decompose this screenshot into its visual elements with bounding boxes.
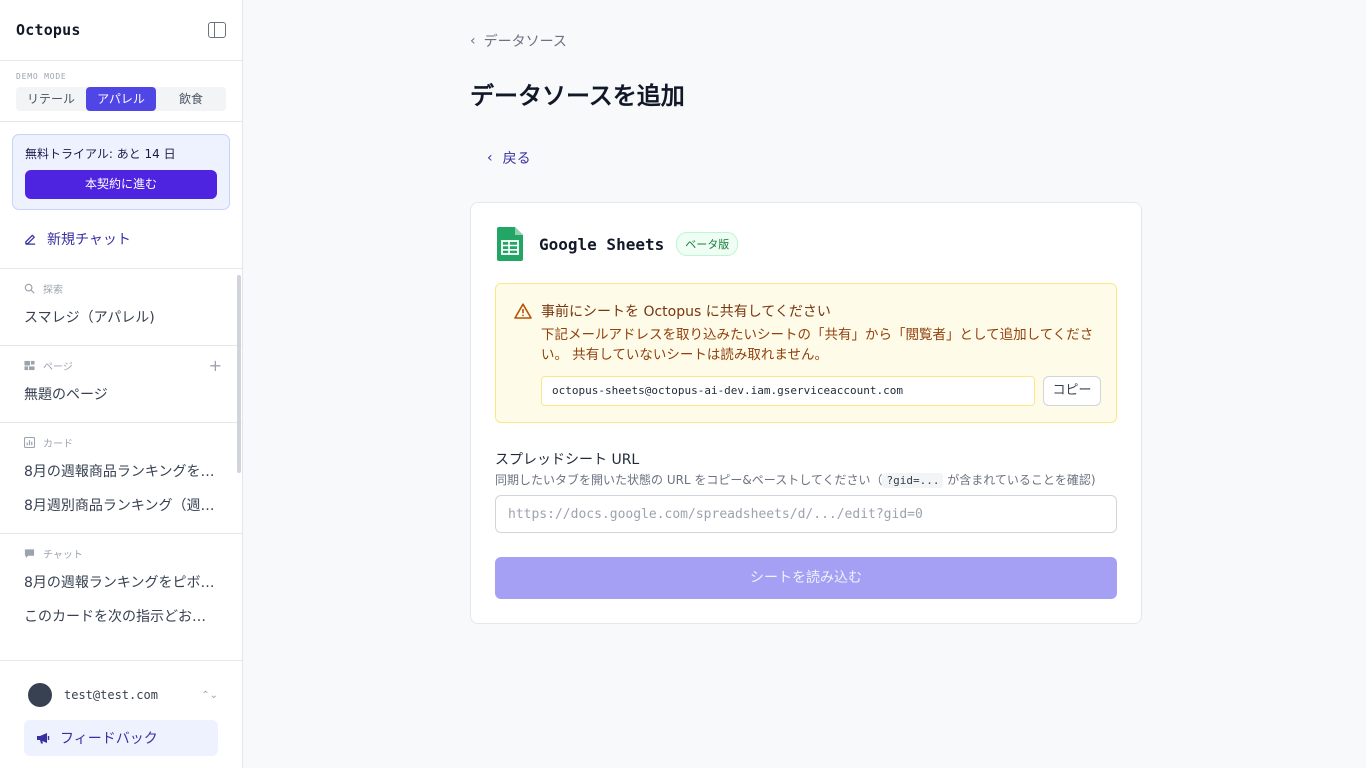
feedback-button[interactable]: フィードバック (24, 720, 218, 756)
chevron-left-icon: ‹ (487, 150, 493, 166)
chevron-left-icon: ‹ (470, 33, 476, 49)
load-sheet-button[interactable]: シートを読み込む (495, 557, 1117, 599)
card-title: Google Sheets (539, 234, 665, 254)
sidebar-footer: test@test.com ⌃⌄ フィードバック (0, 660, 242, 768)
back-label: 戻る (502, 151, 531, 167)
explore-item[interactable]: スマレジ（アパレル) (0, 301, 242, 335)
upgrade-button[interactable]: 本契約に進む (25, 170, 217, 199)
sidebar-header: Octopus (0, 0, 242, 61)
page-title: データソースを追加 (470, 82, 685, 110)
cards-section: カード 8月の週報商品ランキングを… 8月週別商品ランキング（週x… (0, 422, 242, 533)
edit-icon (25, 234, 36, 245)
chart-icon (24, 436, 35, 448)
url-help: 同期したいタブを開いた状態の URL をコピー&ペーストしてください（ ?gid=… (495, 471, 1096, 488)
beta-badge: ベータ版 (676, 232, 739, 256)
google-sheets-card: Google Sheets ベータ版 事前にシートを Octopus に共有して… (470, 202, 1142, 624)
demo-mode-section: DEMO MODE リテール アパレル 飲食 (0, 61, 242, 122)
card-item[interactable]: 8月の週報商品ランキングを… (0, 455, 242, 489)
trial-banner: 無料トライアル: あと 14 日 本契約に進む (12, 134, 230, 210)
pages-title: ページ (43, 361, 73, 373)
sidebar-toggle-icon[interactable] (208, 22, 226, 38)
chevron-updown-icon: ⌃⌄ (201, 689, 218, 701)
breadcrumb-label: データソース (483, 34, 567, 50)
demo-mode-apparel[interactable]: アパレル (86, 87, 156, 111)
explore-title: 探索 (43, 284, 63, 296)
url-help-text: 同期したいタブを開いた状態の URL をコピー&ペーストしてください（ (495, 473, 883, 487)
chats-title: チャット (43, 549, 83, 561)
cards-title: カード (43, 438, 73, 450)
url-label: スプレッドシート URL (495, 452, 640, 468)
google-sheets-icon (497, 227, 523, 261)
pages-section: ページ + 無題のページ (0, 345, 242, 422)
demo-mode-switcher: リテール アパレル 飲食 (16, 87, 226, 111)
search-icon (24, 283, 35, 294)
warning-icon (514, 303, 532, 319)
page-item[interactable]: 無題のページ (0, 378, 242, 412)
megaphone-icon (37, 733, 50, 744)
new-chat-label: 新規チャット (47, 232, 131, 248)
warning-title: 事前にシートを Octopus に共有してください (541, 304, 831, 320)
avatar (28, 683, 52, 707)
demo-mode-retail[interactable]: リテール (16, 87, 86, 111)
user-email: test@test.com (64, 688, 158, 702)
chat-item[interactable]: 8月の週報ランキングをピボ… (0, 566, 242, 600)
sidebar-scrollbar[interactable] (237, 275, 241, 473)
copy-button[interactable]: コピー (1043, 376, 1101, 406)
brand-logo: Octopus (16, 21, 81, 39)
breadcrumb[interactable]: ‹ データソース (470, 31, 567, 51)
back-link[interactable]: ‹ 戻る (487, 148, 531, 168)
warning-body: 下記メールアドレスを取り込みたいシートの「共有」から「閲覧者」として追加してくだ… (541, 327, 1094, 363)
service-email-field[interactable]: octopus-sheets@octopus-ai-dev.iam.gservi… (541, 376, 1035, 406)
demo-mode-label: DEMO MODE (16, 72, 67, 81)
chat-item[interactable]: このカードを次の指示どおり… (0, 600, 242, 634)
pages-icon (24, 360, 35, 370)
new-chat-button[interactable]: 新規チャット (0, 210, 242, 268)
chat-icon (24, 548, 35, 558)
spreadsheet-url-input[interactable] (495, 495, 1117, 533)
share-warning: 事前にシートを Octopus に共有してください 下記メールアドレスを取り込み… (495, 283, 1117, 423)
chats-section: チャット 8月の週報ランキングをピボ… このカードを次の指示どおり… (0, 533, 242, 644)
card-item[interactable]: 8月週別商品ランキング（週x… (0, 489, 242, 523)
url-help-text-after: が含まれていることを確認) (943, 473, 1096, 487)
sidebar: Octopus DEMO MODE リテール アパレル 飲食 無料トライアル: … (0, 0, 243, 768)
demo-mode-food[interactable]: 飲食 (156, 87, 226, 111)
user-menu[interactable]: test@test.com ⌃⌄ (24, 673, 218, 717)
card-header: Google Sheets ベータ版 (497, 227, 739, 261)
feedback-label: フィードバック (60, 731, 158, 747)
trial-text: 無料トライアル: あと 14 日 (25, 147, 176, 161)
gid-code: ?gid=... (882, 473, 944, 488)
add-page-icon[interactable]: + (209, 356, 222, 375)
explore-section: 探索 スマレジ（アパレル) (0, 268, 242, 345)
